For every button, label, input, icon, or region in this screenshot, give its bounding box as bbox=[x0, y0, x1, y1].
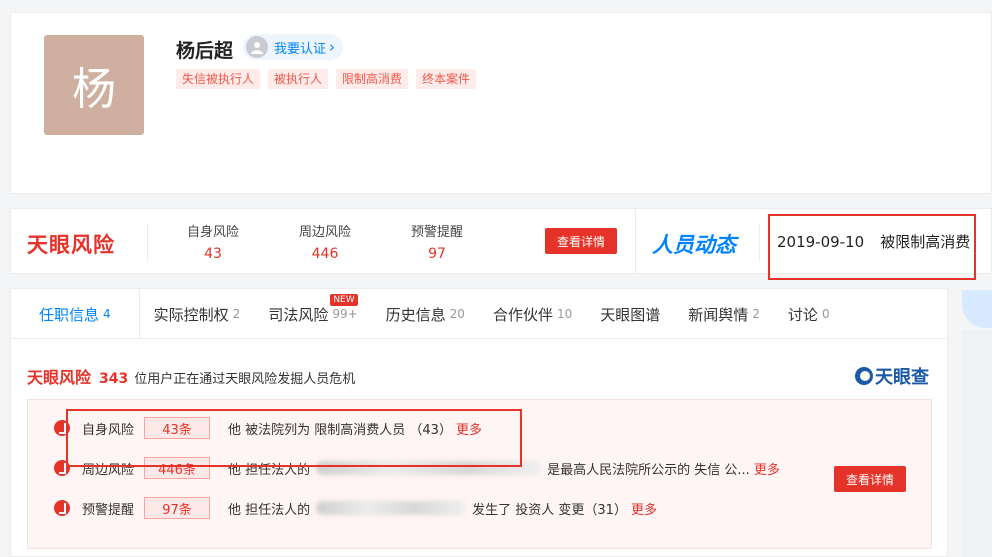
tab-count: 2 bbox=[232, 307, 241, 321]
eye-icon bbox=[855, 367, 873, 385]
stat-self-risk[interactable]: 自身风险 43 bbox=[183, 221, 243, 262]
tab-label: 实际控制权 bbox=[153, 305, 229, 324]
tag[interactable]: 被执行人 bbox=[268, 69, 329, 89]
tab-graph[interactable]: 天眼图谱 bbox=[586, 289, 674, 339]
tab-label: 新闻舆情 bbox=[688, 305, 749, 324]
row-label: 预警提醒 bbox=[82, 502, 135, 518]
stat-label: 自身风险 bbox=[186, 225, 239, 240]
risk-intro: 天眼风险 343 位用户正在通过天眼风险发掘人员危机 bbox=[27, 364, 355, 388]
alert-icon bbox=[54, 500, 70, 516]
tab-count: 4 bbox=[103, 307, 111, 321]
stat-value: 43 bbox=[204, 246, 222, 262]
user-count: 343 bbox=[99, 371, 129, 387]
tab-bar: 任职信息 4 实际控制权 2 司法风险 99+ NEW 历史信息 20 合作伙伴 10 天眼… bbox=[11, 289, 947, 339]
brand-logo: 天眼查 bbox=[855, 363, 929, 389]
chevron-right-icon: › bbox=[329, 38, 336, 56]
risk-logo: 天眼风险 bbox=[27, 368, 92, 387]
tab-count: 99+ bbox=[332, 307, 358, 321]
tab-label: 讨论 bbox=[787, 305, 818, 324]
divider bbox=[759, 223, 760, 261]
stat-value: 97 bbox=[428, 246, 446, 262]
tab-partners[interactable]: 合作伙伴 10 bbox=[479, 289, 586, 339]
divider bbox=[635, 209, 636, 273]
tab-judicial-risk[interactable]: 司法风险 99+ NEW bbox=[254, 289, 371, 339]
tag[interactable]: 失信被执行人 bbox=[176, 69, 261, 89]
row-text-tail: 发生了 投资人 变更（31） bbox=[472, 502, 627, 518]
tag[interactable]: 限制高消费 bbox=[336, 69, 409, 89]
tag[interactable]: 终本案件 bbox=[416, 69, 477, 89]
tab-label: 历史信息 bbox=[385, 305, 446, 324]
brand-name: 天眼查 bbox=[875, 367, 929, 388]
tab-history[interactable]: 历史信息 20 bbox=[372, 289, 479, 339]
intro-text: 位用户正在通过天眼风险发掘人员危机 bbox=[134, 372, 356, 387]
user-icon bbox=[246, 36, 268, 58]
view-details-button[interactable]: 查看详情 bbox=[834, 466, 906, 492]
stat-surrounding-risk[interactable]: 周边风险 446 bbox=[295, 221, 355, 262]
profile-card: 杨 杨后超 我要认证 › 失信被执行人 被执行人 限制高消费 终本案件 bbox=[10, 12, 992, 194]
view-details-button[interactable]: 查看详情 bbox=[545, 228, 617, 254]
verify-label: 我要认证 bbox=[274, 41, 327, 57]
more-link[interactable]: 更多 bbox=[754, 459, 780, 478]
tab-employment[interactable]: 任职信息 4 bbox=[11, 289, 140, 339]
stat-warning[interactable]: 预警提醒 97 bbox=[407, 221, 467, 262]
avatar: 杨 bbox=[44, 35, 144, 135]
more-link[interactable]: 更多 bbox=[631, 499, 657, 518]
person-name: 杨后超 bbox=[176, 40, 234, 62]
tab-label: 合作伙伴 bbox=[492, 305, 553, 324]
tab-news[interactable]: 新闻舆情 2 bbox=[674, 289, 774, 339]
dynamics-title: 人员动态 bbox=[652, 233, 736, 257]
tab-count: 10 bbox=[556, 307, 573, 321]
tab-count: 2 bbox=[752, 307, 760, 321]
divider bbox=[147, 223, 148, 261]
blurred-company-name bbox=[316, 501, 467, 515]
tab-label: 天眼图谱 bbox=[600, 305, 661, 324]
tag-list: 失信被执行人 被执行人 限制高消费 终本案件 bbox=[176, 69, 477, 89]
row-text-tail: 是最高人民法院所公示的 失信 公... bbox=[547, 462, 750, 478]
tab-count: 20 bbox=[449, 307, 465, 321]
row-count[interactable]: 97条 bbox=[144, 497, 210, 519]
tab-discussion[interactable]: 讨论 0 bbox=[774, 289, 844, 339]
stat-label: 周边风险 bbox=[298, 225, 351, 240]
side-strip bbox=[962, 330, 992, 557]
verify-button[interactable]: 我要认证 › bbox=[243, 34, 344, 60]
tab-actual-control[interactable]: 实际控制权 2 bbox=[140, 289, 255, 339]
risk-logo: 天眼风险 bbox=[27, 233, 115, 257]
list-item: 预警提醒 97条 他 担任法人的 发生了 投资人 变更（31） 更多 bbox=[28, 496, 657, 520]
highlight-box bbox=[768, 214, 976, 280]
stat-value: 446 bbox=[311, 246, 339, 262]
row-text: 他 担任法人的 bbox=[228, 502, 311, 518]
highlight-box bbox=[66, 409, 522, 467]
tab-label: 任职信息 bbox=[39, 305, 100, 324]
tab-count: 0 bbox=[821, 307, 830, 321]
new-badge: NEW bbox=[330, 294, 358, 306]
stat-label: 预警提醒 bbox=[410, 225, 463, 240]
tab-label: 司法风险 bbox=[268, 305, 329, 324]
side-decoration bbox=[962, 290, 992, 328]
